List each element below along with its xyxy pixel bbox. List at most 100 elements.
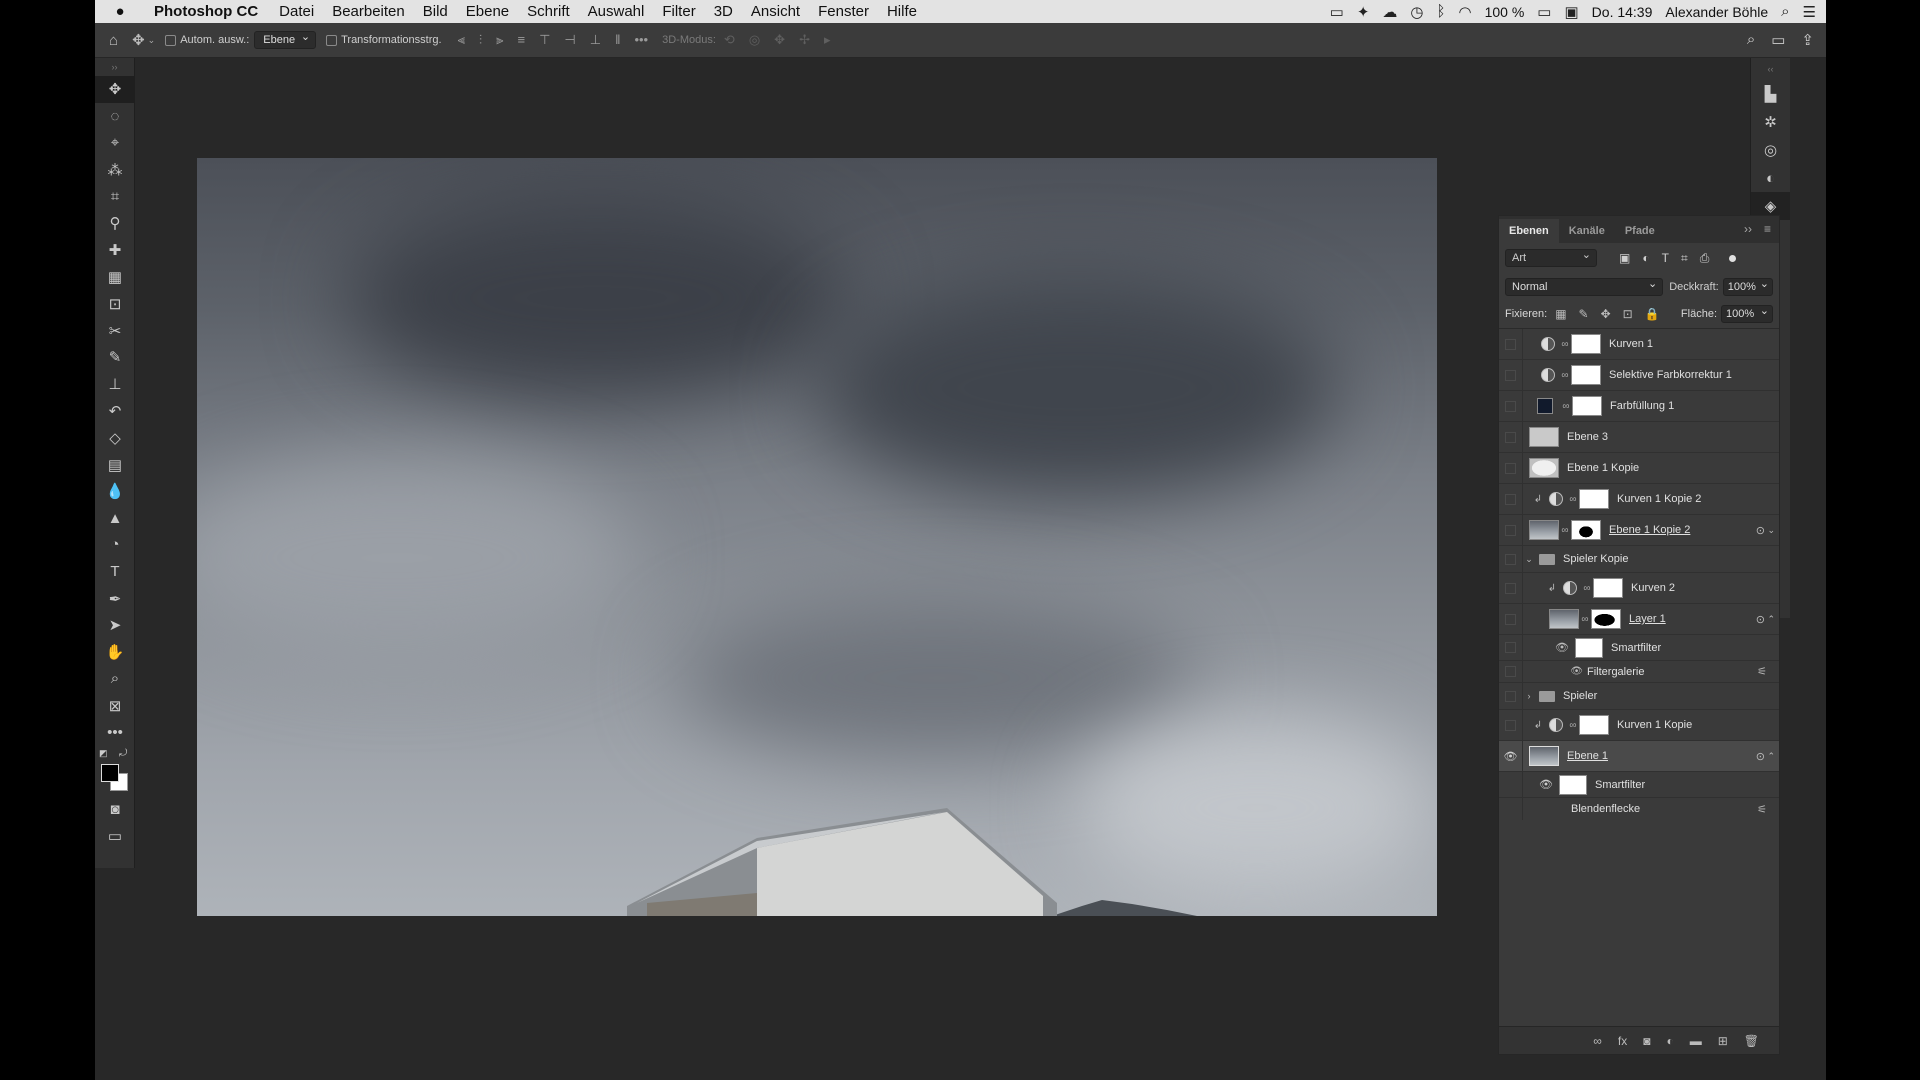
align-right-icon[interactable]: ⫸ [496,32,503,48]
align-bottom-icon[interactable]: ⊥ [590,32,601,48]
3d-scale-icon[interactable]: ▸ [824,32,831,48]
search-icon[interactable]: ⌕ [1747,31,1755,49]
filter-shape-icon[interactable]: ⌗ [1681,251,1688,266]
layer-mask-thumbnail[interactable] [1593,578,1623,598]
smart-object-thumbnail[interactable] [1529,520,1559,540]
fill-color-thumbnail[interactable] [1537,398,1553,414]
crop-tool-icon[interactable]: ⌗ [95,183,135,210]
tab-ebenen[interactable]: Ebenen [1499,219,1559,243]
adjustments-icon[interactable]: ◐ [1751,164,1790,192]
delete-layer-icon[interactable]: 🗑 [1744,1034,1759,1048]
menu-schrift[interactable]: Schrift [518,3,579,20]
visibility-toggle[interactable] [1499,683,1523,709]
smart-filter-visibility-icon[interactable]: 👁 [1523,778,1553,791]
layer-name[interactable]: Layer 1 [1629,613,1666,625]
bluetooth-icon[interactable]: ᛒ [1436,3,1445,20]
panel-menu-icon[interactable]: ≡ [1764,222,1771,236]
filter-pixel-icon[interactable]: ▣ [1619,251,1630,266]
apple-menu-icon[interactable]: ● [95,3,145,20]
menu-bild[interactable]: Bild [414,3,457,20]
pen-tool-icon[interactable]: ✒ [95,585,135,612]
clone-stamp-tool-icon[interactable]: ⊥ [95,371,135,398]
notification-center-icon[interactable]: ☰ [1803,3,1816,21]
visibility-toggle[interactable] [1499,772,1523,797]
layer-name[interactable]: Kurven 2 [1631,582,1675,594]
layer-mask-thumbnail[interactable] [1572,396,1602,416]
document-canvas[interactable] [197,158,1437,916]
3d-pan-icon[interactable]: ✥ [774,32,785,48]
lock-position-icon[interactable]: ✥ [1601,307,1611,321]
layer-mask-thumbnail[interactable] [1579,489,1609,509]
distribute-h-icon[interactable]: ≡ [518,32,526,48]
link-icon[interactable]: ∞ [1559,339,1571,350]
collapse-effects-icon[interactable]: ⌃ [1767,614,1775,625]
visibility-toggle[interactable] [1499,573,1523,603]
navigator-icon[interactable]: ✲ [1751,108,1790,136]
airplay-icon[interactable]: ▭ [1330,3,1344,21]
filter-visibility-icon[interactable]: 👁 [1523,666,1583,677]
menu-datei[interactable]: Datei [270,3,323,20]
creative-cloud-icon[interactable]: ☁ [1382,3,1397,21]
app-menu[interactable]: Photoshop CC [145,3,270,20]
layer-row-selected[interactable]: 👁 Ebene 1 ⊙ ⌃ [1499,741,1779,772]
distribute-v-icon[interactable]: ‖ [615,32,620,48]
edit-toolbar-icon[interactable]: ••• [95,719,135,746]
visibility-toggle[interactable] [1499,604,1523,634]
sponge-tool-icon[interactable]: ◔ [95,532,135,559]
layer-name[interactable]: Filtergalerie [1587,666,1644,678]
layer-row[interactable]: ∞ Kurven 1 [1499,329,1779,360]
link-layers-icon[interactable]: ∞ [1593,1034,1602,1048]
tab-pfade[interactable]: Pfade [1615,219,1665,243]
battery-icon[interactable]: ▭ [1537,3,1551,21]
visibility-toggle[interactable] [1499,422,1523,452]
spotlight-search-icon[interactable]: ⌕ [1781,3,1789,20]
magic-wand-tool-icon[interactable]: ⁂ [95,156,135,183]
menu-bearbeiten[interactable]: Bearbeiten [323,3,414,20]
collapse-dock-icon[interactable]: ‹‹ [1751,58,1790,80]
polygonal-lasso-tool-icon[interactable]: ⌖ [95,130,135,157]
filter-kind-dropdown[interactable]: Art [1505,247,1597,267]
link-icon[interactable]: ∞ [1567,494,1579,505]
layer-mask-thumbnail[interactable] [1579,715,1609,735]
lock-artboard-icon[interactable]: ⊡ [1623,307,1633,321]
type-tool-icon[interactable]: T [95,558,135,585]
sharpen-tool-icon[interactable]: ▲ [95,505,135,532]
new-adjustment-layer-icon[interactable]: ◐ [1666,1034,1673,1048]
home-icon[interactable]: ⌂ [109,32,118,49]
lock-image-icon[interactable]: ✎ [1579,307,1589,321]
move-tool-preset-icon[interactable]: ✥ [132,31,145,49]
layer-row[interactable]: ↲ ∞ Kurven 1 Kopie 2 [1499,484,1779,515]
layer-mask-thumbnail[interactable] [1571,334,1601,354]
layer-name[interactable]: Selektive Farbkorrektur 1 [1609,369,1732,381]
swap-colors-icon[interactable]: ⤾ [119,748,127,759]
visibility-toggle[interactable] [1499,329,1523,359]
group-collapsed-icon[interactable]: › [1523,691,1535,701]
layer-name[interactable]: Ebene 1 Kopie 2 [1609,524,1690,536]
smart-object-thumbnail[interactable] [1549,609,1579,629]
eraser-tool-icon[interactable]: ◇ [95,424,135,451]
layer-name[interactable]: Smartfilter [1595,779,1645,791]
layer-row[interactable]: ∞ Selektive Farbkorrektur 1 [1499,360,1779,391]
frame-tool-icon[interactable]: ⊡ [95,290,135,317]
filter-effect-row[interactable]: 👁 Filtergalerie ⚟ [1499,661,1779,683]
expand-effects-icon[interactable]: ⌄ [1767,525,1775,536]
color-icon[interactable]: ◎ [1751,136,1790,164]
opacity-field[interactable]: 100% [1722,276,1773,296]
scissors-tool-icon[interactable]: ✂ [95,317,135,344]
menu-hilfe[interactable]: Hilfe [878,3,926,20]
collapse-panel-icon[interactable]: ›› [1744,222,1752,236]
link-icon[interactable]: ∞ [1581,583,1593,594]
default-colors-icon[interactable]: ◩ [99,748,108,759]
visibility-eye-icon[interactable]: 👁 [1499,741,1523,771]
quick-mask-icon[interactable]: ◙ [95,796,135,823]
visibility-toggle[interactable] [1499,710,1523,740]
layer-row[interactable]: Ebene 3 [1499,422,1779,453]
menu-ansicht[interactable]: Ansicht [742,3,809,20]
filter-effect-row[interactable]: Blendenflecke ⚟ [1499,798,1779,820]
layer-name[interactable]: Ebene 1 [1567,750,1608,762]
layer-row[interactable]: Ebene 1 Kopie [1499,453,1779,484]
chevron-down-icon[interactable]: ⌄ [148,35,156,46]
eyedropper-tool-icon[interactable]: ⚲ [95,210,135,237]
time-machine-icon[interactable]: ◷ [1410,3,1423,21]
visibility-toggle[interactable] [1499,391,1523,421]
